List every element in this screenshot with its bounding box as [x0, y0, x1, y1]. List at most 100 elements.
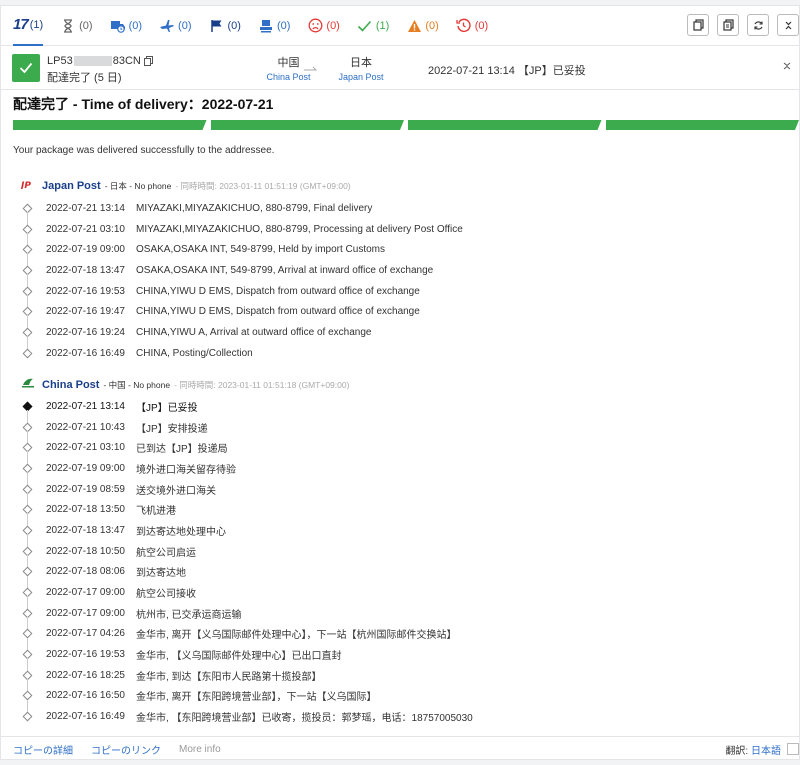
event-description: 飞机进港	[136, 506, 176, 518]
latest-event: 2022-07-21 13:14 【JP】已妥投	[428, 65, 586, 77]
timeline-dot-icon	[22, 711, 33, 722]
event-row: 2022-07-19 09:00 境外进口海关留存待验	[21, 458, 473, 486]
event-description: 境外进口海关留存待验	[136, 464, 236, 476]
carrier-header-japan-post: JP Japan Post - 日本 - No phone - 同時時間: 20…	[19, 179, 351, 192]
event-time: 2022-07-16 19:53	[46, 285, 125, 297]
event-row: 2022-07-16 16:49 金华市, 【东阳跨境营业部】已收寄，揽投员：郭梦…	[21, 706, 473, 727]
event-description: MIYAZAKI,MIYAZAKICHUO, 880-8799, Final d…	[136, 202, 373, 214]
svg-text:JP: JP	[21, 181, 31, 189]
carrier-name[interactable]: Japan Post	[42, 180, 101, 192]
event-time: 2022-07-18 10:50	[46, 545, 125, 557]
event-row: 2022-07-21 13:14 MIYAZAKI,MIYAZAKICHUO, 8…	[21, 198, 463, 225]
event-row: 2022-07-16 16:50 金华市, 离开【东阳跨境营业部】，下一站【义乌国…	[21, 686, 473, 713]
17track-logo-icon: 17	[13, 16, 29, 33]
carrier-meta: - 中国 - No phone	[103, 379, 171, 390]
carrier-header-china-post: China Post - 中国 - No phone - 同時時間: 2023-…	[21, 377, 349, 392]
filter-pick-up[interactable]: (0)	[258, 6, 290, 46]
airplane-icon	[159, 18, 175, 34]
more-info-link[interactable]: More info	[179, 744, 221, 755]
event-description: 到达寄达地	[136, 568, 186, 580]
event-time: 2022-07-21 13:14	[46, 400, 125, 412]
event-description: 金华市, 离开【义乌国际邮件处理中心】，下一站【杭州国际邮件交换站】	[136, 630, 457, 642]
filter-not-found[interactable]: (0)	[60, 6, 93, 46]
filter-expired[interactable]: (0)	[456, 6, 488, 46]
destination-carrier-link[interactable]: Japan Post	[316, 72, 406, 82]
event-time: 2022-07-18 08:06	[46, 566, 125, 578]
filter-alert[interactable]: (0)	[406, 6, 439, 46]
delivery-progress-bar	[13, 120, 799, 130]
route: 中国 China Post 日本 Japan Post	[251, 54, 391, 84]
event-description: OSAKA,OSAKA INT, 549-8799, Held by impor…	[136, 244, 385, 256]
event-time: 2022-07-18 13:47	[46, 524, 125, 536]
warning-icon	[406, 18, 422, 34]
event-description: 航空公司启运	[136, 547, 196, 559]
delivered-status-icon	[12, 54, 40, 82]
event-description: CHINA,YIWU D EMS, Dispatch from outward …	[136, 306, 420, 318]
event-description: 金华市, 离开【东阳跨境营业部】，下一站【义乌国际】	[136, 692, 377, 704]
filter-count: (1)	[29, 18, 44, 31]
copy-details-link[interactable]: コピーの詳細	[13, 742, 73, 757]
filter-all[interactable]: 17 (1)	[13, 6, 44, 46]
filter-delivered[interactable]: (1)	[357, 6, 389, 46]
package-header[interactable]: LP53 83CN 配達完了 (5 日) 中国 China Post 日本 Ja…	[1, 46, 799, 90]
event-row: 2022-07-16 19:24 CHINA,YIWU A, Arrival at…	[21, 322, 463, 350]
event-row: 2022-07-19 08:59 送交境外进口海关	[21, 479, 473, 506]
event-row: 2022-07-16 19:47 CHINA,YIWU D EMS, Dispat…	[21, 301, 463, 329]
copy-icon	[692, 19, 704, 31]
translate-language[interactable]: 日本語	[751, 746, 781, 757]
filter-undelivered[interactable]: (0)	[307, 6, 340, 46]
flag-icon	[209, 18, 225, 34]
event-description: 航空公司接收	[136, 589, 196, 601]
card-footer: コピーの詳細 コピーのリンク More info 翻訳: 日本語	[1, 736, 800, 761]
event-row: 2022-07-16 19:53 CHINA,YIWU D EMS, Dispat…	[21, 281, 463, 308]
event-row: 2022-07-21 13:14 【JP】已妥投	[21, 396, 473, 423]
destination: 日本 Japan Post	[316, 54, 406, 82]
event-row: 2022-07-18 13:50 飞机进港	[21, 499, 473, 527]
event-time: 2022-07-18 13:50	[46, 504, 125, 516]
collapse-toggle-icon[interactable]	[783, 62, 791, 73]
delivery-title: 配達完了 - Time of delivery：2022-07-21	[13, 96, 274, 112]
collapse-all-button[interactable]	[777, 14, 799, 36]
sad-face-icon	[307, 18, 323, 34]
refresh-button[interactable]	[747, 14, 769, 36]
filter-in-transit[interactable]: (0)	[159, 6, 192, 46]
event-time: 2022-07-17 09:00	[46, 607, 125, 619]
event-row: 2022-07-16 18:25 金华市, 到达【东阳市人民路第十揽投部】	[21, 665, 473, 692]
event-row: 2022-07-18 10:50 航空公司启运	[21, 541, 473, 568]
carrier-name[interactable]: China Post	[42, 379, 99, 391]
history-icon	[456, 18, 472, 34]
event-description: 金华市, 【东阳跨境营业部】已收寄，揽投员：郭梦瑶，电话：18757005030	[136, 713, 473, 725]
translate-checkbox[interactable]	[787, 743, 799, 755]
tracking-number[interactable]: LP53 83CN	[47, 55, 153, 67]
event-description: OSAKA,OSAKA INT, 549-8799, Arrival at in…	[136, 264, 434, 276]
truck-clock-icon	[110, 18, 126, 34]
carrier-sync-time: - 同時時間: 2023-01-11 01:51:18 (GMT+09:00)	[174, 379, 350, 390]
copy-all-button[interactable]	[717, 14, 739, 36]
event-time: 2022-07-17 04:26	[46, 628, 125, 640]
carrier-sync-time: - 同時時間: 2023-01-11 01:51:19 (GMT+09:00)	[175, 180, 351, 191]
event-row: 2022-07-17 09:00 杭州市, 已交承运商运输	[21, 603, 473, 630]
event-time: 2022-07-21 10:43	[46, 421, 125, 433]
event-time: 2022-07-17 09:00	[46, 587, 125, 599]
copy-button[interactable]	[687, 14, 709, 36]
carrier-meta: - 日本 - No phone	[104, 180, 172, 191]
filter-arrived[interactable]: (0)	[209, 6, 241, 46]
toolbar	[679, 14, 799, 36]
event-time: 2022-07-21 03:10	[46, 442, 125, 454]
event-row: 2022-07-18 13:47 到达寄达地处理中心	[21, 520, 473, 548]
japan-post-events: 2022-07-21 13:14 MIYAZAKI,MIYAZAKICHUO, 8…	[21, 198, 463, 364]
progress-segment	[408, 120, 602, 130]
hourglass-icon	[60, 18, 76, 34]
refresh-icon	[753, 20, 763, 30]
event-row: 2022-07-19 09:00 OSAKA,OSAKA INT, 549-879…	[21, 239, 463, 267]
parcel-stack-icon	[258, 18, 274, 34]
event-row: 2022-07-18 13:47 OSAKA,OSAKA INT, 549-879…	[21, 260, 463, 288]
event-time: 2022-07-19 09:00	[46, 244, 125, 256]
timeline-dot-icon	[22, 348, 33, 359]
copy-link-link[interactable]: コピーのリンク	[91, 742, 161, 757]
filter-info-received[interactable]: (0)	[110, 6, 142, 46]
event-description: 【JP】已妥投	[136, 402, 198, 414]
translate-control[interactable]: 翻訳: 日本語	[725, 742, 781, 757]
progress-segment	[13, 120, 207, 130]
delivery-description: Your package was delivered successfully …	[13, 145, 275, 156]
